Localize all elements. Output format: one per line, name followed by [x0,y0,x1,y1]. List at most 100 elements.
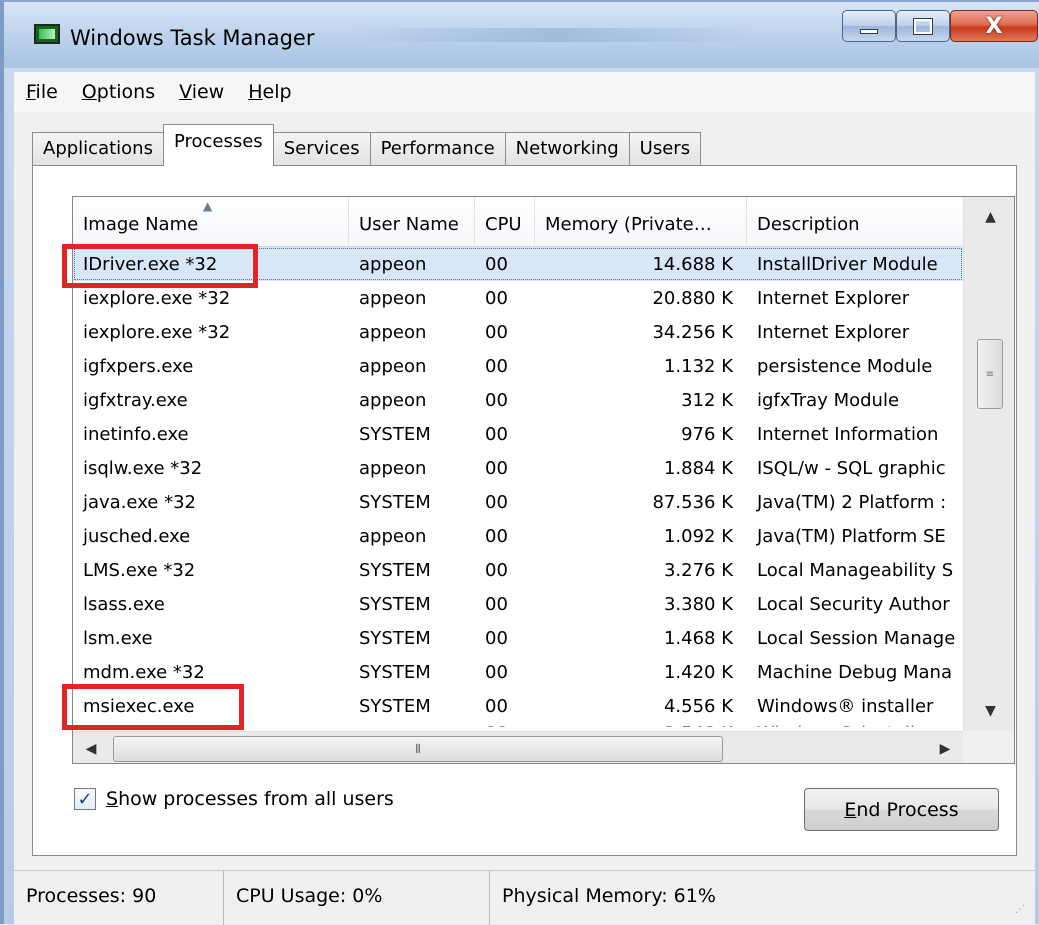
menu-item[interactable]: View [167,81,236,103]
status-physical-memory: Physical Memory: 61% [502,885,716,907]
column-label: Description [757,214,860,235]
process-cpu: 00 [485,389,508,411]
process-memory: 87.536 K [652,491,733,513]
process-cpu: 00 [485,457,508,479]
column-header-description[interactable]: Description [747,197,963,247]
menu-label: elp [262,81,292,103]
process-user-name: appeon [359,355,427,377]
process-image-name: LMS.exe *32 [83,559,196,581]
process-description: Windows® installer [757,695,934,717]
minimize-icon [860,28,878,34]
menu-item[interactable]: Options [70,81,167,103]
close-button[interactable]: X [950,10,1038,42]
menu-label: ptions [96,81,156,103]
accelerator-key: F [26,81,36,103]
column-label: Image Name [83,214,199,235]
accelerator-key: S [106,788,119,810]
tab-processes[interactable]: Processes [162,124,274,166]
process-memory: 1.132 K [663,355,733,377]
maximize-button[interactable] [896,10,950,42]
task-manager-icon [34,24,60,44]
process-row[interactable]: lsass.exe SYSTEM 00 3.380 K Local Security A… [73,587,963,621]
scroll-right-icon[interactable]: ▶ [927,732,963,763]
process-description: Internet Explorer [757,321,910,343]
process-row[interactable]: iexplore.exe *32 appeon 00 34.256 K Internet… [73,315,963,349]
scroll-down-icon[interactable]: ▼ [964,691,1014,731]
column-header-memory[interactable]: Memory (Private… [535,197,747,247]
highlight-msiexec [62,684,244,730]
tab-applications[interactable]: Applications [32,132,164,166]
checkmark-icon: ✓ [77,788,93,810]
scroll-left-icon[interactable]: ◀ [73,732,109,763]
column-header-cpu[interactable]: CPU [475,197,535,247]
show-all-users-option[interactable]: ✓ Show processes from all users [74,788,394,810]
process-user-name: SYSTEM [359,627,431,649]
process-memory: 312 K [681,389,733,411]
process-cpu: 00 [485,661,508,683]
process-description: Internet Explorer [757,287,910,309]
process-user-name: SYSTEM [359,559,431,581]
process-image-name: iexplore.exe *32 [83,287,231,309]
menu-item[interactable]: File [14,81,70,103]
title-bar[interactable]: Windows Task Manager X [4,2,1039,68]
tab-users[interactable]: Users [628,132,702,166]
process-memory: 3.276 K [663,559,733,581]
minimize-button[interactable] [842,10,896,42]
process-cpu: 00 [475,723,535,727]
window-title: Windows Task Manager [70,26,315,50]
process-description: InstallDriver Module [757,253,938,275]
process-description: persistence Module [757,355,933,377]
column-label: CPU [485,214,522,235]
scroll-up-icon[interactable]: ▲ [964,197,1014,237]
column-label: User Name [359,214,459,235]
process-memory: 1.420 K [663,661,733,683]
process-description: ISQL/w - SQL graphic [757,457,946,479]
process-row[interactable]: jusched.exe appeon 00 1.092 K Java(TM) Platf… [73,519,963,553]
process-cpu: 00 [485,525,508,547]
vertical-scrollbar[interactable]: ▲ ≡ ▼ [963,197,1014,731]
process-image-name: mdm.exe *32 [83,661,205,683]
process-description: Internet Information [757,423,939,445]
menu-item[interactable]: Help [236,81,303,103]
accelerator-key: O [81,81,97,103]
process-cpu: 00 [485,593,508,615]
process-row[interactable]: java.exe *32 SYSTEM 00 87.536 K Java(TM) 2 P… [73,485,963,519]
process-list-header: Image Name ▲ User Name CPU Memory (Priva… [73,197,963,247]
button-label: nd Process [856,798,959,821]
show-all-users-label[interactable]: Show processes from all users [106,788,394,810]
horizontal-scroll-thumb[interactable]: ⦀ [113,736,723,762]
scrollbar-corner [963,731,1014,763]
tab-performance[interactable]: Performance [369,132,506,166]
process-cpu: 00 [485,559,508,581]
tab-networking[interactable]: Networking [504,132,630,166]
process-row[interactable]: inetinfo.exe SYSTEM 00 976 K Internet Inform… [73,417,963,451]
vertical-scroll-thumb[interactable]: ≡ [977,339,1003,409]
process-row[interactable]: igfxpers.exe appeon 00 1.132 K persistence M… [73,349,963,383]
process-image-name: igfxtray.exe [83,389,188,411]
process-description: Local Manageability S [757,559,954,581]
end-process-button[interactable]: End Process [804,788,999,831]
process-row[interactable]: igfxtray.exe appeon 00 312 K igfxTray Module [73,383,963,417]
process-user-name: appeon [359,253,427,275]
process-row[interactable]: lsm.exe SYSTEM 00 1.468 K Local Session Mana… [73,621,963,655]
show-all-users-checkbox[interactable]: ✓ [74,788,96,810]
process-memory: 4.556 K [663,695,733,717]
process-image-name: lsm.exe [83,627,153,649]
resize-grip-icon[interactable]: ⋰ [1015,904,1029,918]
process-user-name: SYSTEM [359,661,431,683]
process-image-name: iexplore.exe *32 [83,321,231,343]
process-user-name: appeon [359,457,427,479]
menu-label: ile [35,81,58,103]
menu-label: iew [191,81,225,103]
tab-services[interactable]: Services [272,132,371,166]
column-header-user-name[interactable]: User Name [349,197,475,247]
process-description: igfxTray Module [757,389,900,411]
column-header-image-name[interactable]: Image Name ▲ [73,197,349,247]
process-memory: 976 K [681,423,733,445]
process-user-name: appeon [359,287,427,309]
horizontal-scrollbar[interactable]: ◀ ⦀ ▶ [73,731,963,763]
process-row[interactable]: LMS.exe *32 SYSTEM 00 3.276 K Local Manageab… [73,553,963,587]
process-row[interactable]: isqlw.exe *32 appeon 00 1.884 K ISQL/w - SQL… [73,451,963,485]
process-user-name: SYSTEM [359,593,431,615]
process-description: Java(TM) 2 Platform : [757,491,947,513]
